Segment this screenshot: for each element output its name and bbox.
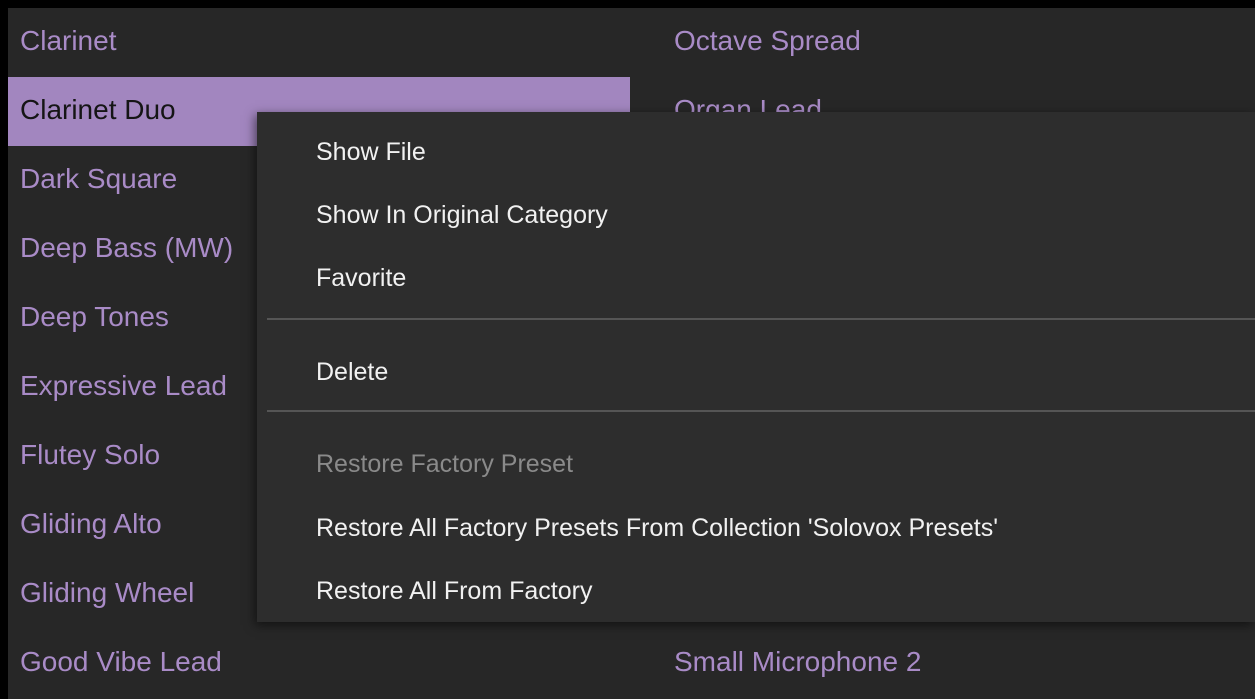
preset-item[interactable]: Clarinet [8,8,630,77]
menu-item-delete[interactable]: Delete [316,352,388,392]
menu-item-favorite[interactable]: Favorite [316,258,406,298]
menu-separator [267,410,1255,412]
preset-item[interactable]: Small Microphone 2 [656,629,1255,698]
menu-item-show-in-original-category[interactable]: Show In Original Category [316,195,608,235]
menu-item-restore-all-from-factory[interactable]: Restore All From Factory [316,571,592,611]
preset-context-menu: Show File Show In Original Category Favo… [257,112,1255,622]
preset-item[interactable]: Octave Spread [656,8,1255,77]
menu-item-show-file[interactable]: Show File [316,132,426,172]
window-top-border [0,0,1255,8]
preset-item[interactable]: Good Vibe Lead [8,629,630,698]
menu-item-restore-factory-preset: Restore Factory Preset [316,450,574,478]
menu-item-restore-collection-presets[interactable]: Restore All Factory Presets From Collect… [316,508,998,548]
menu-separator [267,318,1255,320]
window-left-border [0,0,8,699]
